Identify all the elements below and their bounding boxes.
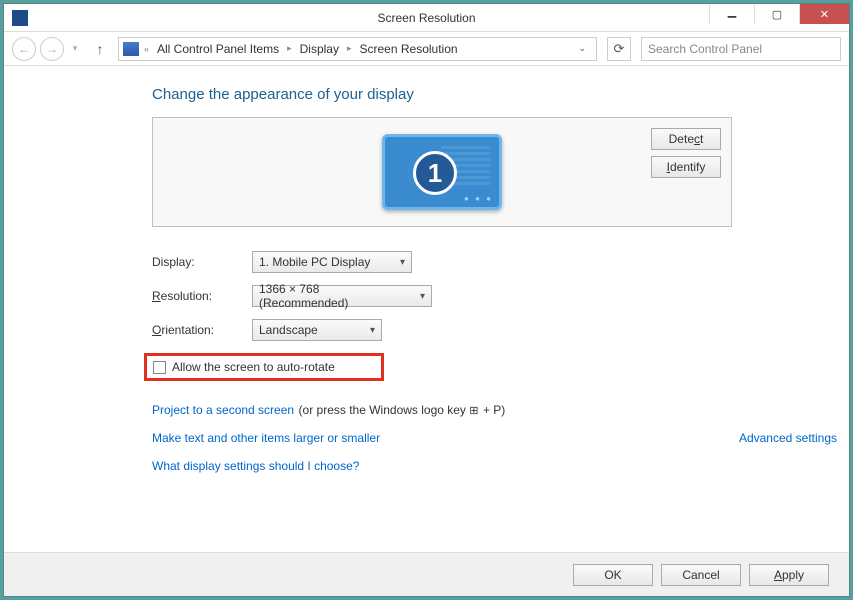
breadcrumb-separator: «: [141, 44, 152, 54]
titlebar[interactable]: Screen Resolution: [4, 4, 849, 32]
autorotate-row-highlighted: Allow the screen to auto-rotate: [144, 353, 384, 381]
window-frame: Screen Resolution ← → ▾ ↑ « All Control …: [3, 3, 850, 597]
advanced-settings-link[interactable]: Advanced settings: [739, 431, 837, 445]
identify-button[interactable]: Identify: [651, 156, 721, 178]
orientation-label: Orientation:: [152, 323, 252, 337]
minimize-button[interactable]: [709, 4, 754, 24]
project-row: Project to a second screen (or press the…: [152, 401, 732, 419]
window-title: Screen Resolution: [377, 11, 475, 25]
address-dropdown-icon[interactable]: ⌄: [578, 43, 592, 54]
project-second-screen-link[interactable]: Project to a second screen: [152, 403, 294, 417]
apply-button[interactable]: Apply: [749, 564, 829, 586]
project-hint: (or press the Windows logo key: [299, 403, 470, 417]
monitor-thumbnail[interactable]: 1 ● ● ●: [382, 134, 502, 210]
resolution-label: Resolution:: [152, 289, 252, 303]
text-size-link[interactable]: Make text and other items larger or smal…: [152, 431, 380, 445]
breadcrumb-item[interactable]: Screen Resolution: [357, 41, 461, 57]
page-heading: Change the appearance of your display: [152, 86, 732, 103]
ok-button[interactable]: OK: [573, 564, 653, 586]
forward-button[interactable]: →: [40, 37, 64, 61]
dialog-footer: OK Cancel Apply: [4, 552, 849, 596]
up-button[interactable]: ↑: [90, 41, 110, 57]
breadcrumb-item[interactable]: Display: [297, 41, 342, 57]
maximize-button[interactable]: [754, 4, 799, 24]
app-icon: [12, 10, 28, 26]
help-link[interactable]: What display settings should I choose?: [152, 459, 359, 473]
windows-key-icon: ⊞: [469, 405, 478, 417]
close-button[interactable]: [799, 4, 849, 24]
search-input[interactable]: Search Control Panel: [641, 37, 841, 61]
back-button[interactable]: ←: [12, 37, 36, 61]
window-controls: [709, 4, 849, 24]
breadcrumb-item[interactable]: All Control Panel Items: [154, 41, 282, 57]
display-select[interactable]: 1. Mobile PC Display: [252, 251, 412, 273]
resolution-select[interactable]: 1366 × 768 (Recommended): [252, 285, 432, 307]
monitor-dots-icon: ● ● ●: [464, 194, 493, 203]
navigation-bar: ← → ▾ ↑ « All Control Panel Items ▸ Disp…: [4, 32, 849, 66]
detect-button[interactable]: Detect: [651, 128, 721, 150]
control-panel-icon: [123, 42, 139, 56]
content-area: Change the appearance of your display 1 …: [4, 66, 849, 596]
history-dropdown-icon[interactable]: ▾: [68, 43, 82, 54]
project-hint2: + P): [483, 403, 505, 417]
autorotate-checkbox[interactable]: [153, 361, 166, 374]
breadcrumb-separator: ▸: [344, 43, 355, 54]
breadcrumb-separator: ▸: [284, 43, 295, 54]
autorotate-label: Allow the screen to auto-rotate: [172, 360, 335, 374]
cancel-button[interactable]: Cancel: [661, 564, 741, 586]
display-preview: 1 ● ● ● Detect Identify: [152, 117, 732, 227]
monitor-number-badge: 1: [413, 151, 457, 195]
display-label: Display:: [152, 255, 252, 269]
refresh-button[interactable]: ⟳: [607, 37, 631, 61]
address-bar[interactable]: « All Control Panel Items ▸ Display ▸ Sc…: [118, 37, 597, 61]
orientation-select[interactable]: Landscape: [252, 319, 382, 341]
